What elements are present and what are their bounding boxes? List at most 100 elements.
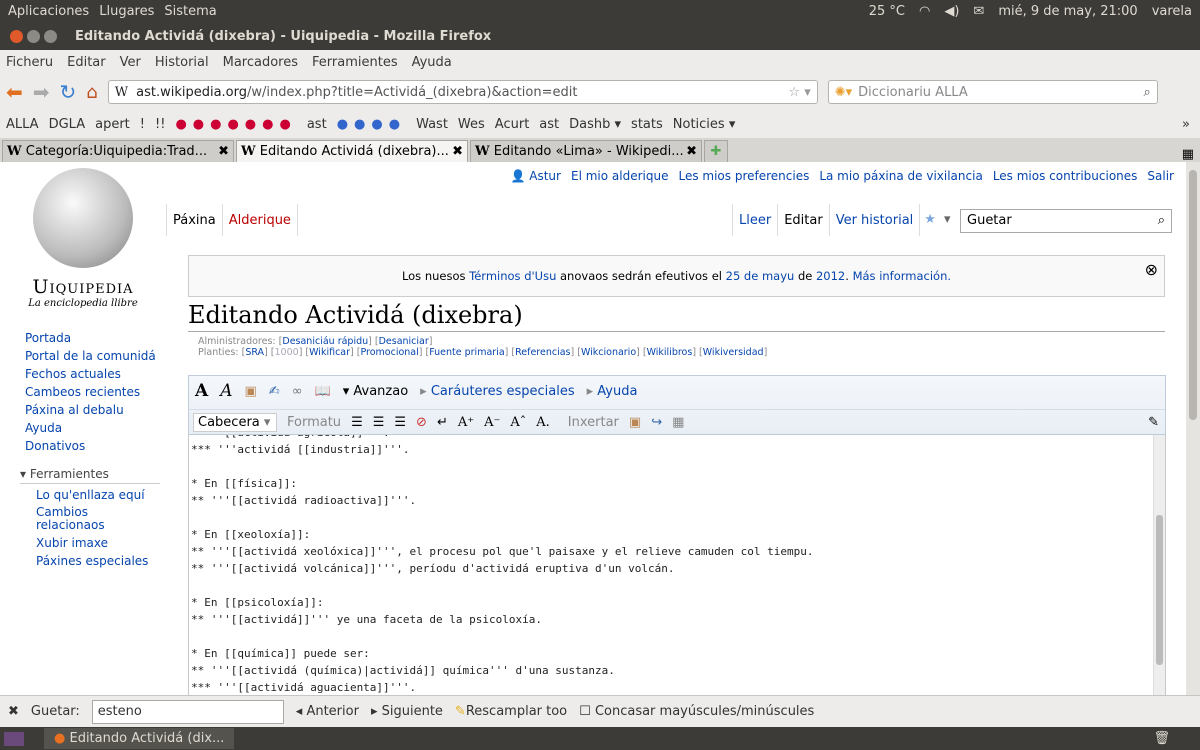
sidebar-item-portal[interactable]: Portal de la comunidá — [25, 347, 156, 365]
taskbar-window-button[interactable]: ● Editando Actividá (dix... — [44, 728, 234, 749]
search-icon[interactable]: ⌕ — [1158, 213, 1165, 229]
maximize-button[interactable] — [44, 29, 57, 43]
forward-icon[interactable]: ➡ — [33, 80, 50, 104]
tab-history[interactable]: Ver historial — [828, 204, 921, 236]
bookmark-item[interactable]: Acurt — [495, 117, 530, 132]
bookmark-item[interactable]: ast — [539, 117, 559, 132]
editor-scrollbar[interactable] — [1153, 435, 1165, 695]
talk-link[interactable]: El mio alderique — [571, 169, 668, 183]
minimize-button[interactable] — [27, 29, 40, 43]
wikitext-editor[interactable]: *** [[actividá agrícola]]'''.*** '''acti… — [188, 435, 1166, 695]
tab-talk[interactable]: Alderique — [223, 204, 298, 236]
new-tab-button[interactable]: ✚ — [704, 140, 728, 162]
preferences-link[interactable]: Les mios preferencies — [678, 169, 809, 183]
search-icon[interactable]: ⌕ — [1143, 85, 1150, 100]
bookmark-item[interactable]: ! — [140, 117, 145, 132]
template-link[interactable]: Promocional — [360, 347, 418, 358]
big-text-icon[interactable]: A⁺ — [458, 415, 474, 430]
close-tab-icon[interactable]: ✖ — [452, 144, 463, 159]
gallery-icon[interactable]: ▣ — [629, 415, 641, 430]
close-find-icon[interactable]: ✖ — [8, 704, 19, 719]
bookmark-item[interactable]: Dashb ▾ — [569, 117, 621, 132]
sidebar-item-donate[interactable]: Donativos — [25, 437, 156, 455]
user-menu[interactable]: varela — [1152, 4, 1192, 19]
menu-system[interactable]: Sistema — [164, 4, 216, 19]
date-link[interactable]: 25 de mayu — [726, 269, 795, 283]
template-link[interactable]: 1000 — [275, 347, 299, 358]
more-info-link[interactable]: Más información. — [853, 269, 951, 283]
bookmark-item[interactable]: DGLA — [49, 117, 86, 132]
special-chars-toggle[interactable]: ▸ Caráuteres especiales — [420, 384, 574, 399]
tab-editing-lima[interactable]: W Editando «Lima» - Wikipedi... ✖ — [470, 140, 702, 162]
menu-bookmarks[interactable]: Marcadores — [223, 55, 298, 70]
url-bar[interactable]: W ast.wikipedia.org/w/index.php?title=Ac… — [107, 80, 818, 104]
clock[interactable]: mié, 9 de may, 21:00 — [998, 4, 1137, 19]
menu-history[interactable]: Historial — [155, 55, 209, 70]
sidebar-item-recent-changes[interactable]: Cambeos recientes — [25, 383, 156, 401]
sidebar-item-portada[interactable]: Portada — [25, 329, 156, 347]
bold-icon[interactable]: A — [195, 381, 208, 401]
menu-tools[interactable]: Ferramientes — [312, 55, 398, 70]
sidebar-item-random[interactable]: Páxina al debalu — [25, 401, 156, 419]
bookmark-star-icon[interactable]: ☆ ▾ — [788, 85, 810, 100]
sidebar-item-help[interactable]: Ayuda — [25, 419, 156, 437]
logout-link[interactable]: Salir — [1147, 169, 1174, 183]
indent-icon[interactable]: ☰ — [394, 415, 406, 430]
bookmark-item[interactable]: ALLA — [6, 117, 39, 132]
watchlist-link[interactable]: La mio páxina de vixilancia — [819, 169, 982, 183]
tools-heading[interactable]: ▾ Ferramientes — [20, 467, 160, 484]
signature-icon[interactable]: ✍ — [269, 384, 280, 399]
italic-icon[interactable]: A — [220, 381, 232, 401]
tab-category[interactable]: W Categoría:Uiquipedia:Trad... ✖ — [2, 140, 234, 162]
bookmark-item[interactable]: Wast — [416, 117, 448, 132]
close-tab-icon[interactable]: ✖ — [686, 144, 697, 159]
dismiss-notice-icon[interactable]: ⊗ — [1145, 260, 1158, 279]
weather-indicator[interactable]: 25 °C — [869, 4, 905, 19]
terms-link[interactable]: Términos d'Usu — [469, 269, 556, 283]
mail-icon[interactable]: ✉ — [973, 4, 984, 19]
bookmark-item[interactable]: Noticies ▾ — [673, 117, 736, 132]
page-scrollbar[interactable] — [1186, 162, 1200, 695]
menu-help[interactable]: Ayuda — [412, 55, 452, 70]
template-link[interactable]: Wikificar — [309, 347, 350, 358]
wiki-search-input[interactable]: Guetar ⌕ — [960, 209, 1172, 233]
bookmark-icons[interactable]: ●●●●●●● — [175, 117, 296, 132]
advanced-toggle[interactable]: ▾ Avanzao — [343, 384, 408, 399]
trash-icon[interactable]: 🗑 — [1153, 731, 1170, 746]
superscript-icon[interactable]: Aˆ — [510, 415, 526, 430]
newline-icon[interactable]: ↵ — [437, 415, 448, 430]
small-text-icon[interactable]: A⁻ — [484, 415, 500, 430]
wifi-icon[interactable]: ◠ — [919, 4, 930, 19]
reload-icon[interactable]: ↻ — [60, 80, 77, 104]
menu-view[interactable]: Ver — [120, 55, 141, 70]
user-link[interactable]: 👤 Astur — [511, 169, 561, 183]
overflow-chevron-icon[interactable]: » — [1182, 117, 1190, 132]
image-icon[interactable]: ▣ — [244, 384, 256, 399]
find-next-button[interactable]: ▸ Siguiente — [371, 704, 443, 719]
tool-what-links-here[interactable]: Lo qu'enllaza equí — [36, 486, 160, 504]
highlight-all-button[interactable]: ✎Rescamplar too — [455, 704, 567, 719]
bookmark-icons[interactable]: ●●●● — [337, 117, 406, 132]
menu-edit[interactable]: Editar — [67, 55, 106, 70]
tab-page[interactable]: Páxina — [167, 204, 223, 236]
subscript-icon[interactable]: A. — [536, 415, 550, 430]
find-previous-button[interactable]: ◂ Anterior — [296, 704, 359, 719]
find-input[interactable]: esteno — [91, 699, 284, 724]
nowiki-icon[interactable]: ⊘ — [416, 415, 427, 430]
close-window-button[interactable] — [10, 29, 23, 43]
menu-file[interactable]: Ficheru — [6, 55, 53, 70]
search-engine-icon[interactable]: ✺▾ — [835, 85, 852, 100]
sidebar-item-current-events[interactable]: Fechos actuales — [25, 365, 156, 383]
menu-applications[interactable]: Aplicaciones — [8, 4, 89, 19]
redirect-icon[interactable]: ↪ — [651, 415, 662, 430]
delete-link[interactable]: Desaniciar — [379, 336, 429, 347]
template-link[interactable]: Wikiversidad — [703, 347, 764, 358]
bookmark-item[interactable]: ast — [307, 117, 327, 132]
list-tabs-icon[interactable]: ▦ — [1182, 147, 1194, 162]
link-icon[interactable]: ∞ — [292, 384, 303, 399]
volume-icon[interactable]: ◀) — [944, 4, 959, 19]
menu-places[interactable]: Llugares — [99, 4, 154, 19]
bookmark-item[interactable]: stats — [631, 117, 663, 132]
show-desktop-icon[interactable] — [4, 731, 24, 746]
bookmark-item[interactable]: !! — [155, 117, 165, 132]
